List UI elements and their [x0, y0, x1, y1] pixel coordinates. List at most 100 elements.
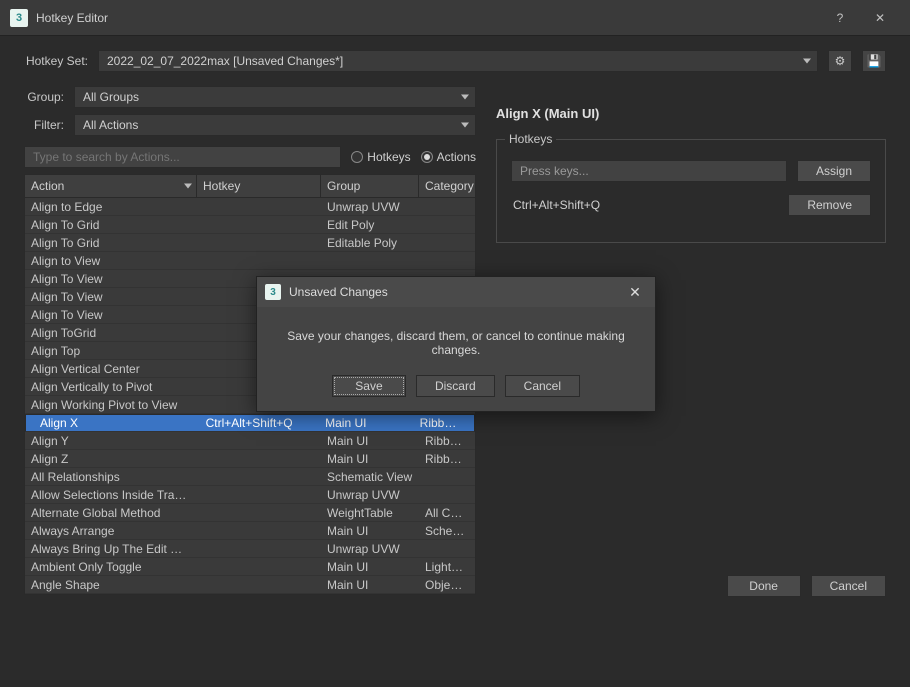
group-select[interactable]: All Groups: [74, 86, 476, 108]
search-input[interactable]: [24, 146, 341, 168]
hotkey-set-value: 2022_02_07_2022max [Unsaved Changes*]: [107, 54, 343, 68]
cell-group: Main UI: [321, 577, 419, 593]
cell-group: Unwrap UVW: [321, 541, 419, 557]
cell-category: Schematic: [419, 523, 473, 539]
table-row[interactable]: Always Bring Up The Edit Window Unwrap UV…: [25, 540, 475, 558]
th-group[interactable]: Group: [321, 175, 419, 197]
cell-action: Align Top: [25, 343, 197, 359]
th-hotkey[interactable]: Hotkey: [197, 175, 321, 197]
settings-button[interactable]: ⚙: [828, 50, 852, 72]
cell-action: Angle Shape: [25, 577, 197, 593]
cell-category: [419, 224, 473, 226]
hotkeys-fieldset: Hotkeys Press keys... Assign Ctrl+Alt+Sh…: [496, 139, 886, 243]
cell-action: Align Vertically to Pivot: [25, 379, 197, 395]
cell-action: Align to View: [25, 253, 197, 269]
cell-hotkey: [197, 260, 321, 262]
cell-action: Align ToGrid: [25, 325, 197, 341]
dialog-save-button[interactable]: Save: [332, 375, 406, 397]
filter-value: All Actions: [83, 118, 138, 132]
cell-group: [321, 260, 419, 262]
cell-action: All Relationships: [25, 469, 197, 485]
hotkey-set-select[interactable]: 2022_02_07_2022max [Unsaved Changes*]: [98, 50, 818, 72]
window-title: Hotkey Editor: [36, 11, 820, 25]
cell-category: Ribbon - M: [419, 451, 473, 467]
cell-hotkey: [197, 242, 321, 244]
group-label: Group:: [24, 90, 64, 104]
cell-action: Allow Selections Inside Tranform …: [25, 487, 197, 503]
cell-action: Alternate Global Method: [25, 505, 197, 521]
cancel-button[interactable]: Cancel: [811, 575, 886, 597]
assign-button[interactable]: Assign: [797, 160, 871, 182]
cell-hotkey: [197, 548, 321, 550]
cell-group: Editable Poly: [321, 235, 419, 251]
cell-category: Ribbon - M: [419, 433, 473, 449]
table-row[interactable]: Align To GridEditable Poly: [25, 234, 475, 252]
cell-group: Schematic View: [321, 469, 419, 485]
cell-category: [419, 476, 473, 478]
cell-category: [419, 494, 473, 496]
table-row[interactable]: All Relationships Schematic View: [25, 468, 475, 486]
cell-action: Align To View: [25, 307, 197, 323]
dialog-titlebar: 3 Unsaved Changes ✕: [257, 277, 655, 307]
table-row[interactable]: Always ArrangeMain UISchematic: [25, 522, 475, 540]
details-title: Align X (Main UI): [496, 106, 886, 121]
cell-group: Unwrap UVW: [321, 487, 419, 503]
cell-category: All Comma: [419, 505, 473, 521]
cell-action: Always Bring Up The Edit Window: [25, 541, 197, 557]
close-button[interactable]: ✕: [860, 0, 900, 36]
table-row[interactable]: Allow Selections Inside Tranform … Unwrap…: [25, 486, 475, 504]
gear-icon: ⚙: [835, 54, 846, 68]
table-row[interactable]: Align ZMain UIRibbon - M: [25, 450, 475, 468]
cell-action: Ambient Only Toggle: [25, 559, 197, 575]
cell-group: Main UI: [321, 451, 419, 467]
filter-select[interactable]: All Actions: [74, 114, 476, 136]
cell-hotkey: [197, 476, 321, 478]
app-icon: 3: [10, 9, 28, 27]
radio-actions[interactable]: Actions: [421, 150, 476, 164]
dialog-close-button[interactable]: ✕: [623, 284, 647, 301]
radio-actions-label: Actions: [437, 150, 476, 164]
dialog-buttons: Done Cancel: [727, 575, 886, 597]
cell-category: Objects Sh: [419, 577, 473, 593]
cell-category: Ribbon - M: [414, 415, 466, 431]
dialog-message: Save your changes, discard them, or canc…: [257, 307, 655, 375]
cell-hotkey: [197, 206, 321, 208]
sort-icon: [184, 184, 192, 189]
chevron-down-icon: [803, 59, 811, 64]
hotkey-set-row: Hotkey Set: 2022_02_07_2022max [Unsaved …: [24, 50, 886, 72]
table-row[interactable]: Align to View: [25, 252, 475, 270]
cell-hotkey: [197, 530, 321, 532]
table-row[interactable]: Alternate Global Method WeightTableAll Co…: [25, 504, 475, 522]
radio-hotkeys-label: Hotkeys: [367, 150, 410, 164]
remove-button[interactable]: Remove: [788, 194, 871, 216]
done-button[interactable]: Done: [727, 575, 801, 597]
dialog-discard-button[interactable]: Discard: [416, 375, 495, 397]
table-row[interactable]: Align to EdgeUnwrap UVW: [25, 198, 475, 216]
cell-action: Align Y: [25, 433, 197, 449]
help-button[interactable]: ?: [820, 0, 860, 36]
radio-hotkeys[interactable]: Hotkeys: [351, 150, 410, 164]
cell-hotkey: [197, 566, 321, 568]
assigned-hotkey[interactable]: Ctrl+Alt+Shift+Q: [511, 198, 778, 212]
table-row[interactable]: Align XCtrl+Alt+Shift+QMain UIRibbon - M: [25, 414, 475, 432]
group-value: All Groups: [83, 90, 139, 104]
cell-action: Align To View: [25, 289, 197, 305]
cell-group: Edit Poly: [321, 217, 419, 233]
press-keys-input[interactable]: Press keys...: [511, 160, 787, 182]
chevron-down-icon: [461, 95, 469, 100]
table-row[interactable]: Align YMain UIRibbon - M: [25, 432, 475, 450]
unsaved-changes-dialog: 3 Unsaved Changes ✕ Save your changes, d…: [256, 276, 656, 412]
save-icon: 💾: [867, 54, 882, 68]
table-row[interactable]: Angle Shape Main UIObjects Sh: [25, 576, 475, 594]
table-row[interactable]: Ambient Only ToggleMain UILights and: [25, 558, 475, 576]
th-action[interactable]: Action: [25, 175, 197, 197]
table-row[interactable]: Align To GridEdit Poly: [25, 216, 475, 234]
cell-action: Align To View: [25, 271, 197, 287]
save-button[interactable]: 💾: [862, 50, 886, 72]
radio-icon: [421, 151, 433, 163]
cell-hotkey: Ctrl+Alt+Shift+Q: [200, 415, 320, 431]
dialog-cancel-button[interactable]: Cancel: [505, 375, 580, 397]
chevron-down-icon: [461, 123, 469, 128]
th-category[interactable]: Category: [419, 175, 473, 197]
cell-group: WeightTable: [321, 505, 419, 521]
